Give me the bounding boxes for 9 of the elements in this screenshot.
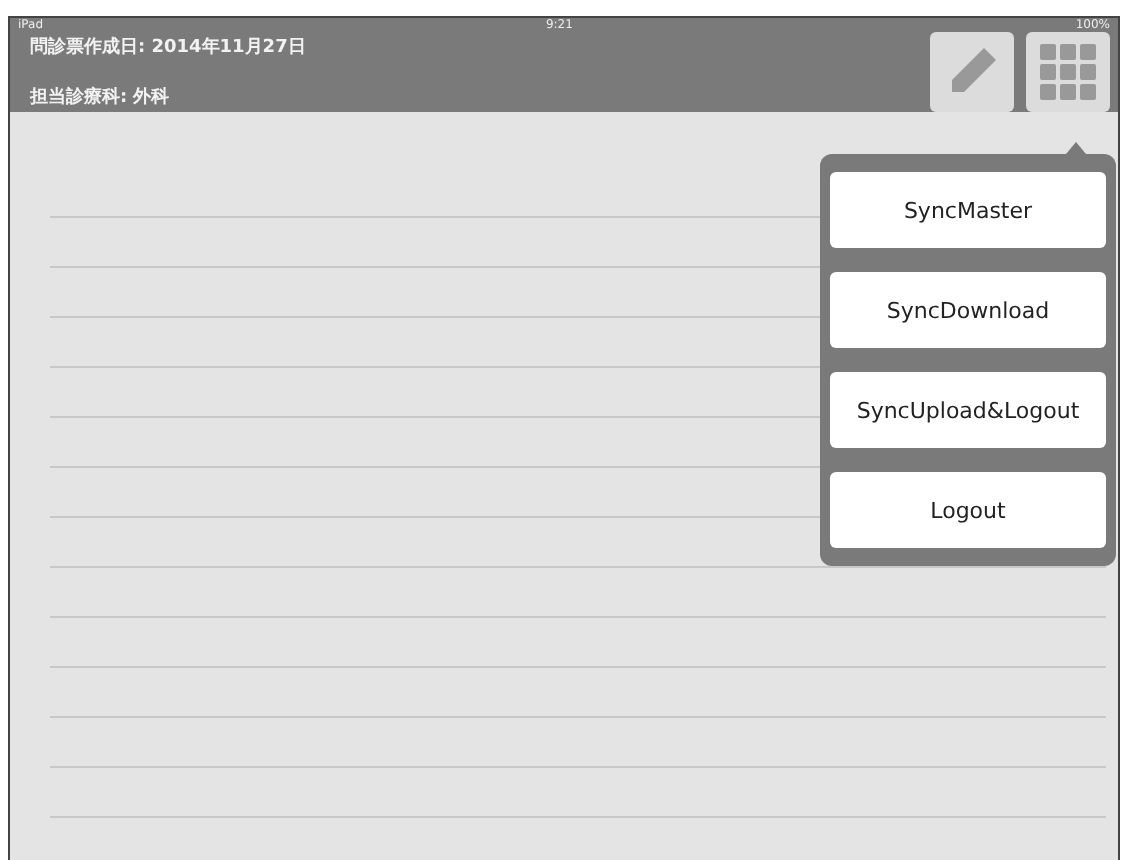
pencil-button[interactable]: [930, 32, 1014, 112]
header-info: 問診票作成日: 2014年11月27日: [30, 34, 306, 60]
menu-item[interactable]: SyncUpload&Logout: [830, 372, 1106, 448]
menu-item[interactable]: Logout: [830, 472, 1106, 548]
menu-item[interactable]: SyncDownload: [830, 272, 1106, 348]
menu-item[interactable]: SyncMaster: [830, 172, 1106, 248]
header-info: 担当診療科: 外科: [30, 84, 172, 110]
grid-icon: [1038, 42, 1098, 102]
grid-button[interactable]: [1026, 32, 1110, 112]
